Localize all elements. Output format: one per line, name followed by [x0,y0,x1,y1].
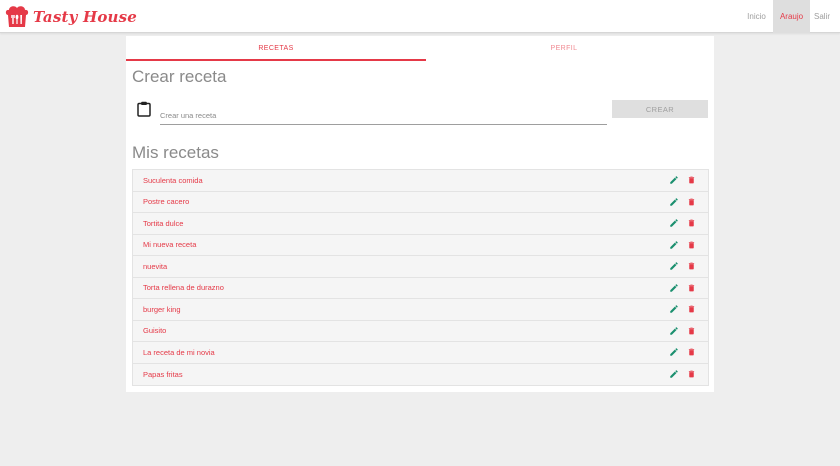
tab-recetas[interactable]: RECETAS [126,36,426,61]
main-card: RECETAS PERFIL Crear receta CREAR Mis re… [126,36,714,392]
pencil-icon[interactable] [669,197,679,207]
trash-icon[interactable] [687,347,696,357]
recipe-name-field [160,104,607,125]
recipe-name: Tortita dulce [143,218,184,228]
recipe-list: Suculenta comida Postre cacero Tortita d… [132,169,709,386]
recipe-item[interactable]: Suculenta comida [133,170,708,192]
trash-icon[interactable] [687,240,696,250]
pencil-icon[interactable] [669,240,679,250]
recipe-item[interactable]: Torta rellena de durazno [133,277,708,299]
pencil-icon[interactable] [669,369,679,379]
trash-icon[interactable] [687,283,696,293]
my-recipes-heading: Mis recetas [132,143,219,162]
pencil-icon[interactable] [669,261,679,271]
recipe-name: La receta de mi novia [143,347,215,357]
recipe-name: nuevita [143,261,168,271]
pencil-icon[interactable] [669,326,679,336]
recipe-item[interactable]: Tortita dulce [133,213,708,235]
trash-icon[interactable] [687,197,696,207]
pencil-icon[interactable] [669,283,679,293]
recipe-name: Suculenta comida [143,175,203,185]
recipe-name: Papas fritas [143,369,183,379]
recipe-item[interactable]: Guisito [133,320,708,342]
recipe-name: Torta rellena de durazno [143,283,224,293]
trash-icon[interactable] [687,261,696,271]
recipe-name: burger king [143,304,181,314]
recipe-name: Postre cacero [143,197,190,207]
recipe-item[interactable]: La receta de mi novia [133,342,708,364]
recipe-name: Guisito [143,326,167,336]
recipe-item[interactable]: Mi nueva receta [133,234,708,256]
tab-perfil[interactable]: PERFIL [414,36,714,61]
recipe-name-input[interactable] [160,104,607,124]
create-recipe-heading: Crear receta [132,67,227,86]
recipe-name: Mi nueva receta [143,240,197,250]
trash-icon[interactable] [687,175,696,185]
navbar: Tasty House Inicio Araujo Salir [0,0,840,33]
trash-icon[interactable] [687,304,696,314]
clipboard-icon [137,101,151,117]
pencil-icon[interactable] [669,347,679,357]
tabs: RECETAS PERFIL [126,36,714,61]
tab-indicator [126,59,426,61]
nav-links: Inicio Araujo Salir [740,0,840,33]
create-button[interactable]: CREAR [612,100,708,118]
trash-icon[interactable] [687,369,696,379]
recipe-item[interactable]: burger king [133,299,708,321]
trash-icon[interactable] [687,326,696,336]
brand[interactable]: Tasty House [4,3,137,31]
brand-name: Tasty House [33,8,138,26]
chef-hat-cutlery-icon [5,6,29,27]
nav-salir-link[interactable]: Salir [810,0,840,33]
recipe-item[interactable]: Papas fritas [133,363,708,385]
recipe-item[interactable]: nuevita [133,256,708,278]
nav-user-link[interactable]: Araujo [773,0,810,33]
pencil-icon[interactable] [669,218,679,228]
pencil-icon[interactable] [669,304,679,314]
nav-inicio-link[interactable]: Inicio [740,0,773,33]
recipe-item[interactable]: Postre cacero [133,191,708,213]
trash-icon[interactable] [687,218,696,228]
pencil-icon[interactable] [669,175,679,185]
